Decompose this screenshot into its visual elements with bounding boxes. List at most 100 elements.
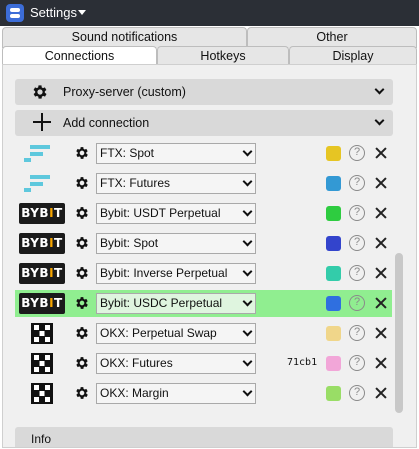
ftx-logo-icon (19, 173, 65, 194)
market-select[interactable]: Bybit: USDT Perpetual (96, 203, 256, 224)
color-swatch[interactable] (326, 236, 341, 251)
color-swatch[interactable] (326, 296, 341, 311)
color-swatch[interactable] (326, 356, 341, 371)
market-select[interactable]: FTX: Futures (96, 173, 256, 194)
tab-display[interactable]: Display (289, 46, 417, 65)
connection-row[interactable]: FTX: Futures? (15, 170, 392, 197)
help-icon[interactable]: ? (349, 385, 365, 401)
tab-other[interactable]: Other (247, 27, 417, 48)
color-swatch[interactable] (326, 176, 341, 191)
connection-row[interactable]: BYBIT Bybit: Inverse Perpetual? (15, 260, 392, 287)
gear-icon[interactable] (74, 175, 90, 191)
connection-row[interactable]: OKX: Margin? (15, 380, 392, 407)
gear-icon[interactable] (74, 355, 90, 371)
gear-icon[interactable] (74, 265, 90, 281)
proxy-server-label: Proxy-server (custom) (63, 85, 186, 99)
connection-note: 71cb1 (287, 357, 318, 368)
tab-row-top: Sound notifications Other (2, 27, 417, 48)
market-select-value: OKX: Margin (100, 386, 169, 400)
okx-logo-icon (19, 353, 65, 374)
help-icon[interactable]: ? (349, 145, 365, 161)
bybit-logo-icon: BYBIT (19, 203, 65, 224)
tab-sound-notifications[interactable]: Sound notifications (2, 27, 247, 48)
scrollbar[interactable] (395, 253, 403, 413)
help-icon[interactable]: ? (349, 325, 365, 341)
window-title[interactable]: Settings (30, 5, 77, 20)
gear-icon[interactable] (74, 295, 90, 311)
remove-connection-icon[interactable] (374, 175, 388, 191)
market-select-value: Bybit: USDT Perpetual (100, 206, 221, 220)
title-bar: Settings (0, 0, 419, 26)
gear-icon[interactable] (74, 235, 90, 251)
remove-connection-icon[interactable] (374, 145, 388, 161)
add-connection-label: Add connection (63, 116, 150, 130)
remove-connection-icon[interactable] (374, 355, 388, 371)
info-section[interactable]: Info (15, 427, 393, 447)
tab-hotkeys[interactable]: Hotkeys (157, 46, 289, 65)
gear-icon[interactable] (74, 145, 90, 161)
gear-icon[interactable] (74, 385, 90, 401)
chevron-down-icon (374, 115, 385, 126)
connection-row[interactable]: BYBIT Bybit: USDT Perpetual? (15, 200, 392, 227)
gear-icon[interactable] (74, 325, 90, 341)
market-select-value: OKX: Futures (100, 356, 173, 370)
market-select-value: OKX: Perpetual Swap (100, 326, 217, 340)
connection-row[interactable]: OKX: Perpetual Swap? (15, 320, 392, 347)
bybit-logo-icon: BYBIT (19, 233, 65, 254)
market-select[interactable]: Bybit: Spot (96, 233, 256, 254)
chevron-down-icon (242, 176, 253, 187)
connection-row[interactable]: OKX: Futures 71cb1? (15, 350, 392, 377)
market-select[interactable]: Bybit: Inverse Perpetual (96, 263, 256, 284)
bybit-logo-icon: BYBIT (19, 263, 65, 284)
bybit-logo-icon: BYBIT (19, 293, 65, 314)
app-logo-icon (6, 4, 24, 22)
color-swatch[interactable] (326, 266, 341, 281)
market-select[interactable]: FTX: Spot (96, 143, 256, 164)
title-menu-caret-icon[interactable] (78, 10, 86, 15)
market-select[interactable]: OKX: Futures (96, 353, 256, 374)
gear-icon[interactable] (74, 205, 90, 221)
chevron-down-icon (242, 386, 253, 397)
proxy-server-bar[interactable]: Proxy-server (custom) (15, 79, 393, 105)
help-icon[interactable]: ? (349, 235, 365, 251)
connections-panel: Proxy-server (custom) Add connection FTX… (2, 64, 417, 448)
okx-logo-icon (19, 383, 65, 404)
remove-connection-icon[interactable] (374, 205, 388, 221)
connection-row[interactable]: BYBIT Bybit: Spot? (15, 230, 392, 257)
market-select-value: Bybit: USDC Perpetual (100, 296, 223, 310)
remove-connection-icon[interactable] (374, 325, 388, 341)
remove-connection-icon[interactable] (374, 295, 388, 311)
help-icon[interactable]: ? (349, 205, 365, 221)
color-swatch[interactable] (326, 326, 341, 341)
help-icon[interactable]: ? (349, 295, 365, 311)
market-select[interactable]: Bybit: USDC Perpetual (96, 293, 256, 314)
info-label: Info (31, 432, 52, 446)
help-icon[interactable]: ? (349, 265, 365, 281)
chevron-down-icon (374, 84, 385, 95)
market-select-value: Bybit: Inverse Perpetual (100, 266, 228, 280)
color-swatch[interactable] (326, 386, 341, 401)
remove-connection-icon[interactable] (374, 385, 388, 401)
connection-row[interactable]: BYBIT Bybit: USDC Perpetual? (15, 290, 392, 317)
market-select[interactable]: OKX: Perpetual Swap (96, 323, 256, 344)
market-select[interactable]: OKX: Margin (96, 383, 256, 404)
chevron-down-icon (242, 206, 253, 217)
market-select-value: FTX: Spot (100, 146, 155, 160)
chevron-down-icon (242, 266, 253, 277)
remove-connection-icon[interactable] (374, 265, 388, 281)
chevron-down-icon (242, 326, 253, 337)
add-connection-bar[interactable]: Add connection (15, 110, 393, 136)
connection-row[interactable]: FTX: Spot? (15, 140, 392, 167)
help-icon[interactable]: ? (349, 355, 365, 371)
chevron-down-icon (242, 146, 253, 157)
plus-icon (33, 113, 51, 131)
color-swatch[interactable] (326, 206, 341, 221)
market-select-value: FTX: Futures (100, 176, 171, 190)
color-swatch[interactable] (326, 146, 341, 161)
tab-connections[interactable]: Connections (2, 46, 157, 65)
chevron-down-icon (242, 236, 253, 247)
help-icon[interactable]: ? (349, 175, 365, 191)
remove-connection-icon[interactable] (374, 235, 388, 251)
gear-icon (33, 85, 47, 99)
chevron-down-icon (242, 356, 253, 367)
